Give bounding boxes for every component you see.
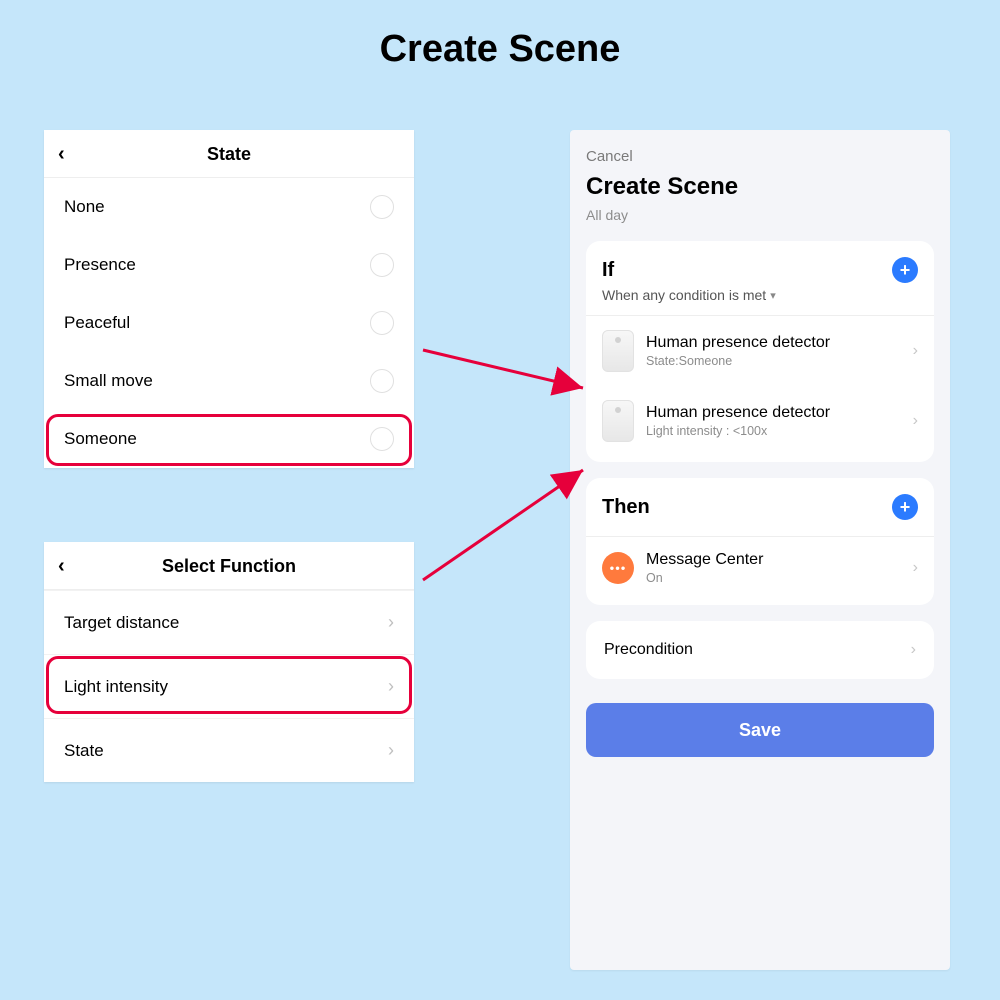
condition-sub: Light intensity : <100x (646, 424, 901, 438)
chevron-right-icon: › (911, 641, 916, 659)
radio-icon (370, 311, 394, 335)
state-option-label: None (64, 197, 105, 217)
scene-title: Create Scene (586, 173, 934, 201)
condition-title: Human presence detector (646, 404, 901, 422)
chevron-down-icon: ▾ (770, 289, 776, 302)
radio-icon (370, 427, 394, 451)
add-action-button[interactable]: + (892, 494, 918, 520)
state-panel-header: ‹ State (44, 130, 414, 178)
chevron-right-icon: › (388, 676, 394, 697)
condition-title: Human presence detector (646, 334, 901, 352)
state-option-label: Peaceful (64, 313, 130, 333)
then-action-row[interactable]: ••• Message Center On › (602, 537, 918, 599)
func-row-label: Light intensity (64, 677, 168, 697)
state-panel: ‹ State None Presence Peaceful Small mov… (44, 130, 414, 468)
state-option-none[interactable]: None (44, 178, 414, 236)
page-title: Create Scene (0, 0, 1000, 71)
message-icon: ••• (602, 552, 634, 584)
save-button[interactable]: Save (586, 703, 934, 757)
radio-icon (370, 195, 394, 219)
chevron-right-icon: › (913, 342, 918, 360)
chevron-right-icon: › (388, 740, 394, 761)
action-title: Message Center (646, 551, 901, 569)
back-icon[interactable]: ‹ (58, 130, 65, 178)
chevron-right-icon: › (388, 612, 394, 633)
condition-mode-dropdown[interactable]: When any condition is met ▾ (602, 287, 918, 303)
if-condition-row[interactable]: Human presence detector Light intensity … (602, 386, 918, 456)
state-option-peaceful[interactable]: Peaceful (44, 294, 414, 352)
func-panel-header: ‹ Select Function (44, 542, 414, 590)
radio-icon (370, 369, 394, 393)
state-option-label: Small move (64, 371, 153, 391)
radio-icon (370, 253, 394, 277)
action-sub: On (646, 571, 901, 585)
func-row-label: Target distance (64, 613, 179, 633)
func-row-light-intensity[interactable]: Light intensity › (44, 654, 414, 718)
func-panel-title: Select Function (162, 556, 296, 576)
chevron-right-icon: › (913, 559, 918, 577)
if-condition-row[interactable]: Human presence detector State:Someone › (602, 316, 918, 386)
cancel-button[interactable]: Cancel (586, 148, 934, 165)
state-option-someone[interactable]: Someone (44, 410, 414, 468)
condition-mode-label: When any condition is met (602, 287, 766, 303)
then-heading: Then (602, 496, 650, 519)
scene-subtitle: All day (586, 207, 934, 223)
precondition-row[interactable]: Precondition › (586, 621, 934, 679)
func-row-state[interactable]: State › (44, 718, 414, 782)
if-card: If + When any condition is met ▾ Human p… (586, 241, 934, 462)
func-row-label: State (64, 741, 104, 761)
state-option-presence[interactable]: Presence (44, 236, 414, 294)
state-option-small-move[interactable]: Small move (44, 352, 414, 410)
device-icon (602, 330, 634, 372)
state-panel-title: State (207, 144, 251, 164)
precondition-label: Precondition (604, 641, 693, 659)
then-card: Then + ••• Message Center On › (586, 478, 934, 605)
chevron-right-icon: › (913, 412, 918, 430)
condition-sub: State:Someone (646, 354, 901, 368)
create-scene-panel: Cancel Create Scene All day If + When an… (570, 130, 950, 970)
if-heading: If (602, 259, 614, 282)
state-option-label: Presence (64, 255, 136, 275)
device-icon (602, 400, 634, 442)
add-condition-button[interactable]: + (892, 257, 918, 283)
func-row-target-distance[interactable]: Target distance › (44, 590, 414, 654)
back-icon[interactable]: ‹ (58, 542, 65, 590)
select-function-panel: ‹ Select Function Target distance › Ligh… (44, 542, 414, 782)
state-option-label: Someone (64, 429, 137, 449)
